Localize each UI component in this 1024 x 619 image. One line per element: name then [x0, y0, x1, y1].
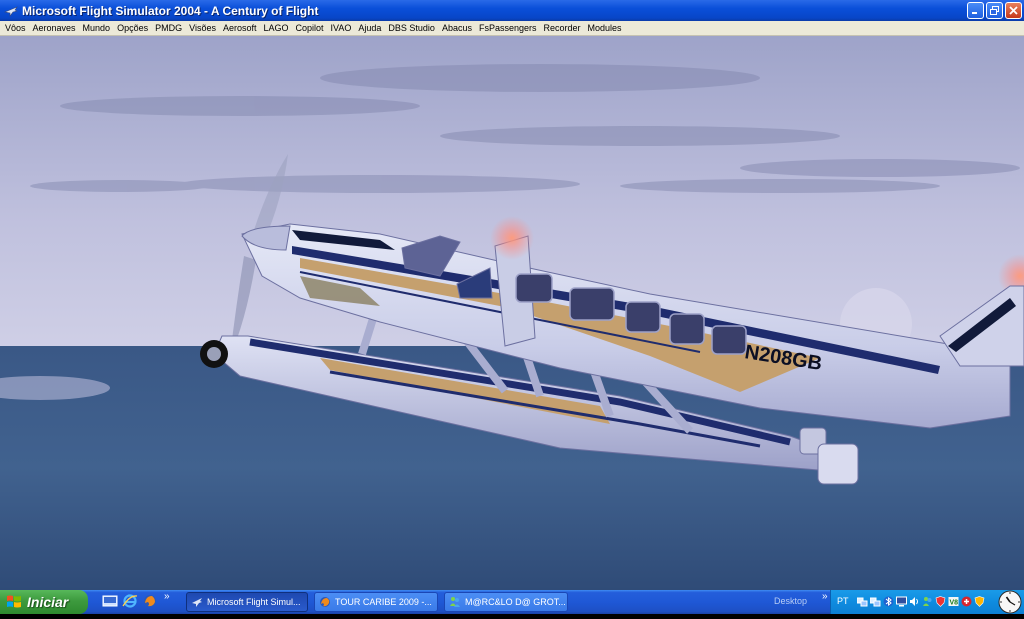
- security-icon[interactable]: [974, 594, 985, 609]
- menu-opcoes[interactable]: Opções: [114, 21, 152, 36]
- task-label: TOUR CARIBE 2009 -...: [335, 597, 432, 607]
- system-tray: PT V8: [830, 590, 1024, 614]
- quick-launch: [102, 593, 158, 609]
- task-label: M@RC&LO D@ GROT...: [465, 597, 566, 607]
- network-icon[interactable]: [857, 594, 868, 609]
- simulator-viewport[interactable]: N208GB: [0, 36, 1024, 590]
- menu-abacus[interactable]: Abacus: [439, 21, 476, 36]
- volume-icon[interactable]: [909, 594, 920, 609]
- maximize-button[interactable]: [986, 2, 1003, 19]
- messenger-icon: [449, 596, 461, 608]
- task-flight-simulator[interactable]: Microsoft Flight Simul...: [186, 592, 308, 612]
- shield-icon[interactable]: [935, 594, 946, 609]
- menu-voos[interactable]: Vôos: [2, 21, 30, 36]
- network-icon[interactable]: [870, 594, 881, 609]
- start-label: Iniciar: [27, 594, 69, 610]
- taskbar: Iniciar » Microsoft Flight Simul... TOUR…: [0, 590, 1024, 614]
- minimize-icon: [972, 12, 977, 14]
- svg-text:V8: V8: [950, 600, 959, 607]
- start-button[interactable]: Iniciar: [0, 590, 88, 614]
- beacon-light: [490, 216, 534, 260]
- menu-aeronaves[interactable]: Aeronaves: [30, 21, 80, 36]
- menu-ivao[interactable]: IVAO: [328, 21, 356, 36]
- restore-icon: [990, 6, 999, 15]
- menu-modules[interactable]: Modules: [585, 21, 626, 36]
- messenger-icon[interactable]: [922, 594, 933, 609]
- plane-icon[interactable]: [4, 4, 18, 18]
- menu-pmdg[interactable]: PMDG: [152, 21, 186, 36]
- menu-visoes[interactable]: Visões: [186, 21, 220, 36]
- firefox-icon[interactable]: [142, 593, 158, 609]
- menu-bar: Vôos Aeronaves Mundo Opções PMDG Visões …: [0, 21, 1024, 36]
- quick-launch-chevron-icon[interactable]: »: [164, 591, 170, 602]
- internet-explorer-icon[interactable]: [122, 593, 138, 609]
- windows-logo-icon: [6, 594, 22, 610]
- menu-copilot[interactable]: Copilot: [293, 21, 328, 36]
- monitor-icon[interactable]: [896, 594, 907, 609]
- window-title: Microsoft Flight Simulator 2004 - A Cent…: [22, 3, 319, 18]
- bluetooth-icon[interactable]: [883, 594, 894, 609]
- firefox-icon: [319, 596, 331, 608]
- menu-dbs-studio[interactable]: DBS Studio: [385, 21, 439, 36]
- analog-clock-icon[interactable]: [998, 590, 1022, 614]
- minimize-button[interactable]: [967, 2, 984, 19]
- antivirus-icon[interactable]: [961, 594, 972, 609]
- title-bar[interactable]: Microsoft Flight Simulator 2004 - A Cent…: [0, 0, 1024, 21]
- vlc-icon[interactable]: V8: [948, 594, 959, 609]
- task-messenger-chat[interactable]: M@RC&LO D@ GROT...: [444, 592, 568, 612]
- task-label: Microsoft Flight Simul...: [207, 597, 301, 607]
- desktop-toolbar-label[interactable]: Desktop: [774, 596, 807, 606]
- menu-aerosoft[interactable]: Aerosoft: [220, 21, 261, 36]
- menu-fspassengers[interactable]: FsPassengers: [476, 21, 541, 36]
- menu-ajuda[interactable]: Ajuda: [355, 21, 385, 36]
- close-icon: [1009, 6, 1018, 15]
- task-tour-caribe[interactable]: TOUR CARIBE 2009 -...: [314, 592, 438, 612]
- menu-mundo[interactable]: Mundo: [80, 21, 115, 36]
- menu-lago[interactable]: LAGO: [261, 21, 293, 36]
- language-indicator[interactable]: PT: [837, 596, 849, 606]
- menu-recorder[interactable]: Recorder: [541, 21, 585, 36]
- close-button[interactable]: [1005, 2, 1022, 19]
- show-desktop-icon[interactable]: [102, 593, 118, 609]
- desktop-chevron-icon[interactable]: »: [822, 591, 828, 602]
- plane-icon: [191, 596, 203, 608]
